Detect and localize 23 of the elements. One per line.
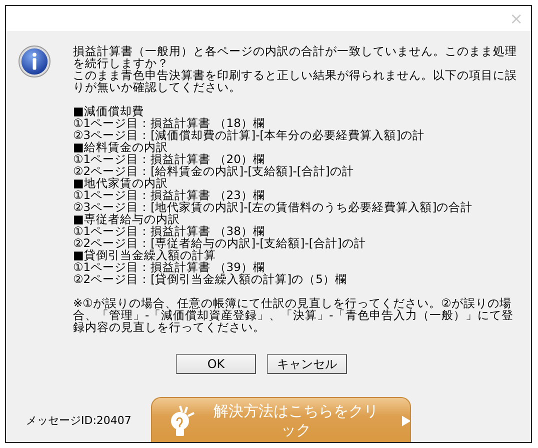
section-heading: ■専従者給与の内訳 [73, 213, 180, 225]
check-item: ①1ページ目：損益計算書 （23）欄 [73, 189, 266, 201]
dialog-button[interactable]: OK [176, 354, 256, 374]
message-id: メッセージID:20407 [26, 413, 132, 429]
check-item: ①1ページ目：損益計算書 （18）欄 [73, 117, 265, 129]
play-icon [402, 414, 410, 426]
section-heading: ■減価償却費 [73, 105, 145, 117]
section-heading: ■貸倒引当金繰入額の計算 [73, 249, 217, 261]
check-item: ②2ページ目：[専従者給与の内訳]-[支給額]-[合計]の計 [73, 237, 367, 249]
message-text: このまま青色申告決算書を印刷すると正しい結果が得られません。以下の項目に誤りが無いか確認してください。 [73, 69, 518, 93]
check-item: ②3ページ目：[減価償却費の計算]-[本年分の必要経費算入額]の計 [73, 129, 426, 141]
info-icon [18, 45, 51, 78]
dialog-button[interactable]: キャンセル [267, 354, 347, 374]
message-text: 損益計算書（一般用）と各ページの内訳の合計が一致していません。このまま処理を続行しますか？ [73, 45, 518, 69]
section-heading: ■地代家賃の内訳 [73, 177, 168, 189]
section-heading: ■給料賃金の内訳 [73, 141, 168, 153]
check-item: ①1ページ目：損益計算書 （39）欄 [73, 261, 265, 273]
check-item: ②3ページ目：[地代家賃の内訳]-[左の賃借料のうち必要経費算入額]の合計 [73, 201, 474, 213]
note-text: ※①が誤りの場合、任意の帳簿にて仕訳の見直しを行ってください。②が誤りの場合、「管理」-「減価償却資産登録」、「決算」-「青色申告入力（一般）」にて登録内容の見直しを行ってください。 [73, 297, 514, 333]
check-item: ②2ページ目：[給料賃金の内訳]-[支給額]-[合計]の計 [73, 165, 355, 177]
check-item: ①1ページ目：損益計算書 （20）欄 [73, 153, 265, 165]
check-item: ①1ページ目：損益計算書 （38）欄 [73, 225, 265, 237]
check-item: ②2ページ目：[貸倒引当金繰入額の計算]の（5）欄 [73, 273, 348, 285]
